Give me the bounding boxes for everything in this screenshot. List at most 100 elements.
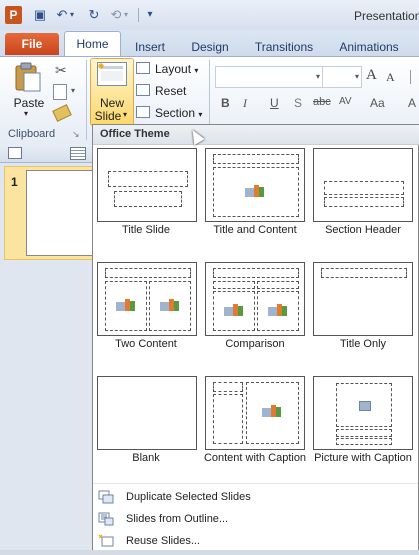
menu-item-label: Slides from Outline... (126, 513, 229, 525)
slides-from-outline-icon (98, 512, 114, 526)
outline-tab-icon[interactable] (70, 147, 86, 160)
font-color-icon[interactable]: A (408, 96, 416, 110)
font-size-dropdown-icon[interactable]: ▾ (355, 67, 359, 87)
slides-tab-icon[interactable] (8, 147, 22, 159)
new-slide-label: New (99, 96, 124, 110)
duplicate-slides-icon (98, 490, 114, 504)
layout-content-with-caption[interactable] (205, 376, 305, 450)
layout-label: Section Header (325, 224, 401, 236)
layout-button[interactable]: Layout ▾ (136, 60, 198, 78)
layout-label: Layout (155, 62, 192, 76)
right-heading-placeholder (257, 281, 299, 289)
gallery-title: Office Theme (100, 128, 170, 140)
layout-dropdown-icon: ▾ (194, 66, 199, 75)
window-title: Presentation (354, 9, 419, 23)
content-icons-icon (160, 299, 182, 313)
layout-two-content[interactable] (97, 262, 197, 336)
title-placeholder (324, 181, 404, 195)
clipboard-group-label: Clipboard (8, 128, 56, 140)
tab-design[interactable]: Design (186, 38, 234, 56)
paste-dropdown-icon[interactable]: ▾ (24, 109, 28, 118)
caption-placeholder (336, 438, 392, 445)
window-bottom-edge (0, 550, 419, 555)
repeat-dropdown-icon[interactable]: ▾ (122, 7, 130, 23)
character-spacing-icon[interactable]: AV (339, 96, 352, 107)
copy-dropdown-icon[interactable]: ▾ (71, 86, 75, 95)
save-icon[interactable]: ▣ (32, 7, 48, 23)
content-icons-icon (245, 185, 267, 199)
font-name-combo[interactable]: ▾ (215, 66, 323, 88)
layout-label: Blank (132, 452, 160, 464)
tab-animations[interactable]: Animations (334, 38, 404, 56)
group-divider (86, 60, 87, 140)
layout-label: Title Slide (122, 224, 170, 236)
strikethrough-icon[interactable]: abc (313, 96, 331, 108)
layout-label: Title and Content (213, 224, 297, 236)
layout-title-slide[interactable] (97, 148, 197, 222)
picture-placeholder (336, 383, 392, 427)
powerpoint-app-icon[interactable]: P (5, 6, 22, 24)
subtitle-placeholder (114, 191, 182, 207)
tab-transitions[interactable]: Transitions (248, 38, 320, 56)
clipboard-launcher-icon[interactable]: ↘ (72, 129, 80, 140)
italic-icon[interactable]: I (243, 96, 247, 111)
text-placeholder (324, 197, 404, 207)
undo-dropdown-icon[interactable]: ▾ (68, 7, 76, 23)
font-name-dropdown-icon[interactable]: ▾ (316, 67, 320, 87)
clear-formatting-icon[interactable] (410, 70, 419, 84)
slide-thumbnail[interactable] (26, 170, 94, 256)
reuse-slides-icon (98, 534, 114, 547)
title-placeholder (213, 154, 299, 164)
tab-insert[interactable]: Insert (128, 38, 172, 56)
left-content-placeholder (213, 291, 255, 331)
layout-title-and-content[interactable] (205, 148, 305, 222)
underline-icon[interactable]: U (270, 96, 279, 110)
title-placeholder (213, 268, 299, 278)
paste-icon[interactable] (14, 62, 42, 92)
paste-button[interactable]: Paste (13, 96, 45, 110)
picture-icon (359, 401, 371, 411)
bold-icon[interactable]: B (221, 96, 230, 110)
layout-title-only[interactable] (313, 262, 413, 336)
layout-icon (136, 62, 150, 74)
title-placeholder (108, 171, 188, 187)
menu-item-label: Duplicate Selected Slides (126, 491, 251, 503)
reset-icon (136, 84, 150, 96)
slide-number: 1 (11, 175, 18, 189)
text-shadow-icon[interactable]: S (294, 96, 302, 110)
menu-separator (93, 483, 418, 484)
layout-label: Content with Caption (203, 452, 307, 464)
layout-blank[interactable] (97, 376, 197, 450)
customize-quick-access-icon[interactable]: ▾ (142, 7, 158, 23)
tab-file[interactable]: File (5, 33, 59, 55)
section-dropdown-icon: ▾ (198, 110, 203, 119)
layout-comparison[interactable] (205, 262, 305, 336)
section-button[interactable]: Section ▾ (136, 104, 202, 122)
caption-placeholder (213, 394, 243, 444)
layout-label: Title Only (339, 338, 387, 350)
title-placeholder (321, 268, 407, 278)
tab-home[interactable]: Home (64, 31, 121, 57)
title-placeholder (336, 429, 392, 437)
content-icons-icon (268, 304, 290, 318)
menu-item-label: Reuse Slides... (126, 535, 200, 547)
reset-button[interactable]: Reset (136, 82, 186, 100)
layout-section-header[interactable] (313, 148, 413, 222)
left-content-placeholder (105, 281, 147, 331)
left-heading-placeholder (213, 281, 255, 289)
reset-label: Reset (155, 84, 187, 98)
copy-icon[interactable] (53, 84, 67, 100)
cut-icon[interactable]: ✂ (55, 62, 67, 79)
new-slide-dropdown-icon[interactable]: ▾ (123, 110, 127, 119)
title-placeholder (105, 268, 191, 278)
change-case-icon[interactable]: Aa (370, 96, 385, 110)
quick-access-separator (138, 8, 139, 22)
layout-picture-with-caption[interactable] (313, 376, 413, 450)
content-placeholder (246, 382, 299, 444)
redo-icon[interactable]: ↻ (86, 7, 102, 23)
grow-font-icon[interactable]: A (366, 67, 377, 84)
right-content-placeholder (149, 281, 191, 331)
font-size-combo[interactable]: ▾ (322, 66, 362, 88)
section-label: Section (155, 106, 196, 120)
shrink-font-icon[interactable]: A (386, 70, 395, 85)
